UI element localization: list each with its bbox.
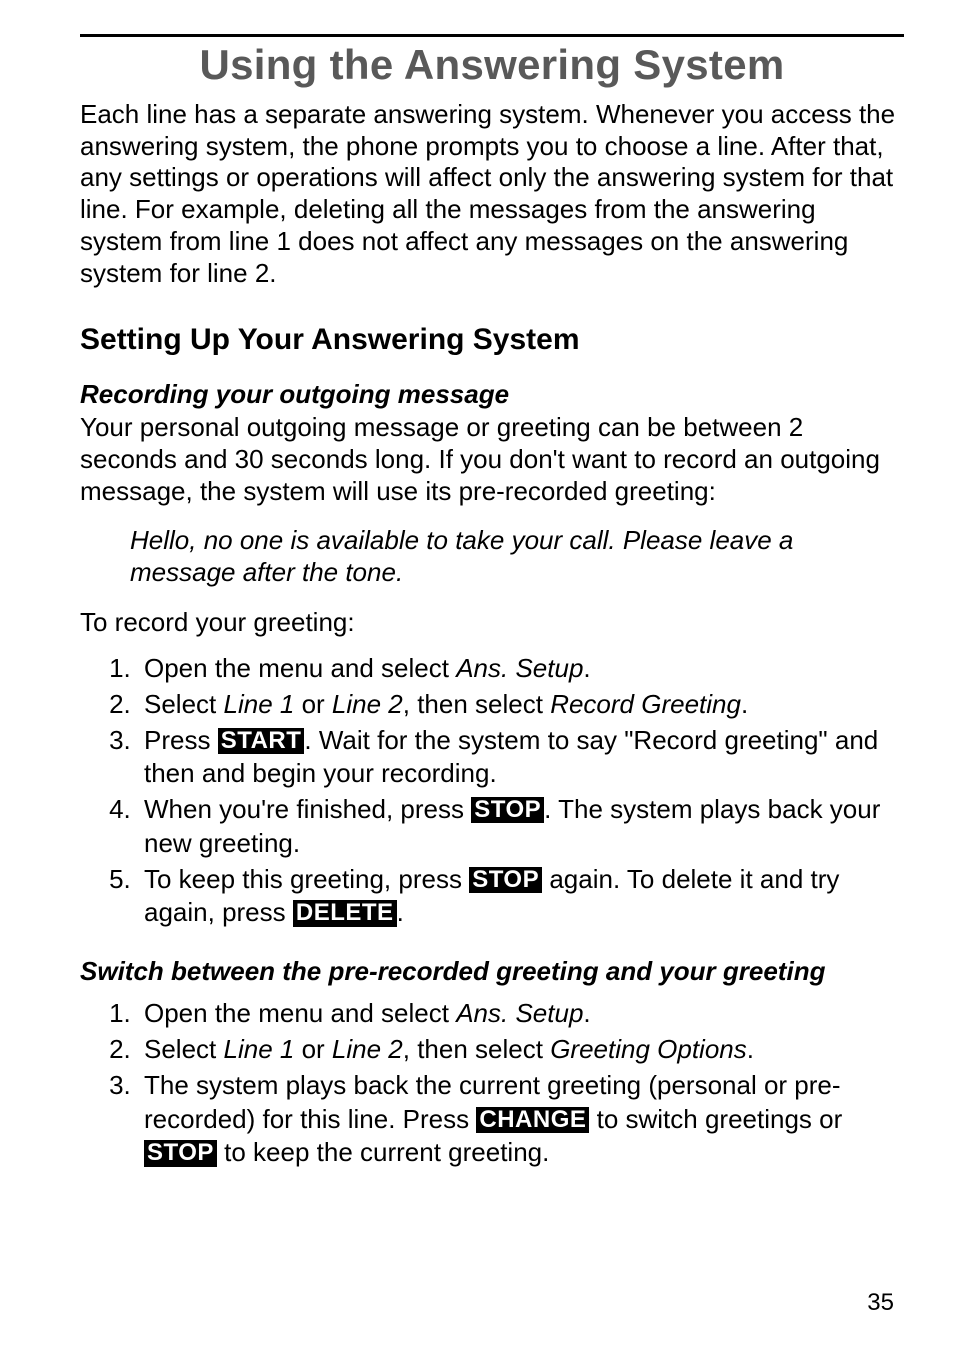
key-stop: STOP [469,867,542,893]
recording-body: Your personal outgoing message or greeti… [80,412,904,507]
step-text: . [741,689,748,719]
list-item: Open the menu and select Ans. Setup. [138,997,904,1031]
step-text: to keep the current greeting. [217,1137,549,1167]
recording-lead: To record your greeting: [80,607,904,638]
recording-steps: Open the menu and select Ans. Setup. Sel… [80,652,904,930]
step-text: . [583,998,590,1028]
subsection-heading-switch: Switch between the pre-recorded greeting… [80,956,904,987]
list-item: The system plays back the current greeti… [138,1069,904,1170]
step-text: Select [144,1034,224,1064]
step-text: . [583,653,590,683]
intro-paragraph: Each line has a separate answering syste… [80,99,904,289]
list-item: Select Line 1 or Line 2, then select Gre… [138,1033,904,1067]
menu-item-line1: Line 1 [224,1034,295,1064]
list-item: Select Line 1 or Line 2, then select Rec… [138,688,904,722]
menu-item-line1: Line 1 [224,689,295,719]
list-item: When you're finished, press STOP. The sy… [138,793,904,861]
step-text: To keep this greeting, press [144,864,469,894]
menu-item-record-greeting: Record Greeting [550,689,741,719]
step-text: . [747,1034,754,1064]
step-text: , then select [403,689,550,719]
key-stop: STOP [471,797,544,823]
list-item: To keep this greeting, press STOP again.… [138,863,904,931]
step-text: Press [144,725,218,755]
top-rule [80,34,904,37]
menu-item-line2: Line 2 [332,689,403,719]
step-text: Select [144,689,224,719]
step-text: , then select [403,1034,550,1064]
menu-item-ans-setup: Ans. Setup [456,998,583,1028]
menu-item-line2: Line 2 [332,1034,403,1064]
step-text: Open the menu and select [144,998,456,1028]
step-text: When you're finished, press [144,794,471,824]
subsection-heading-recording: Recording your outgoing message [80,379,904,410]
step-text: to switch greetings or [589,1104,842,1134]
switch-steps: Open the menu and select Ans. Setup. Sel… [80,997,904,1170]
key-change: CHANGE [476,1107,589,1133]
menu-item-greeting-options: Greeting Options [550,1034,747,1064]
list-item: Press START. Wait for the system to say … [138,724,904,792]
manual-page: Using the Answering System Each line has… [0,0,954,1357]
key-start: START [218,728,305,754]
pre-recorded-quote: Hello, no one is available to take your … [80,525,904,588]
key-stop: STOP [144,1140,217,1166]
page-title: Using the Answering System [80,41,904,89]
key-delete: DELETE [293,900,397,926]
page-number: 35 [867,1289,894,1317]
list-item: Open the menu and select Ans. Setup. [138,652,904,686]
menu-item-ans-setup: Ans. Setup [456,653,583,683]
step-text: or [294,1034,332,1064]
step-text: Open the menu and select [144,653,456,683]
section-heading-setup: Setting Up Your Answering System [80,323,904,357]
step-text: . [397,897,404,927]
step-text: or [294,689,332,719]
